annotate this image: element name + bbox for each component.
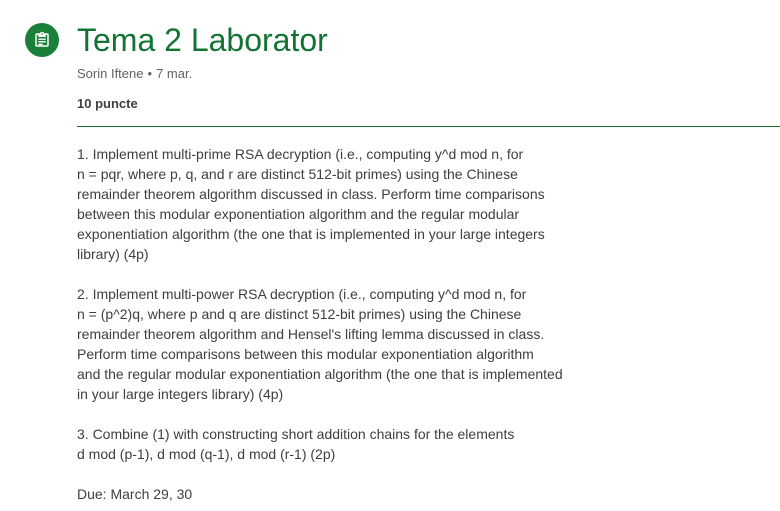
task-2-paragraph: 2. Implement multi-power RSA decryption …: [77, 284, 597, 404]
task-2-line: n = (p^2)q, where p and q are distinct 5…: [77, 306, 522, 322]
header-divider: [77, 126, 780, 127]
task-1-line: 1. Implement multi-prime RSA decryption …: [77, 146, 524, 162]
task-3-line: 3. Combine (1) with constructing short a…: [77, 426, 515, 442]
page-title: Tema 2 Laborator: [77, 22, 328, 58]
task-2-line: remainder theorem algorithm and Hensel's…: [77, 326, 545, 342]
task-1-line: exponentiation algorithm (the one that i…: [77, 226, 545, 242]
task-2-line: 2. Implement multi-power RSA decryption …: [77, 286, 527, 302]
task-1-line: remainder theorem algorithm discussed in…: [77, 186, 545, 202]
assignment-meta: Sorin Iftene • 7 mar.: [77, 65, 780, 83]
task-1-line: library) (4p): [77, 246, 149, 262]
task-1-paragraph: 1. Implement multi-prime RSA decryption …: [77, 144, 597, 264]
points-label: 10 puncte: [77, 96, 138, 111]
due-date-text: Due: March 29, 30: [77, 486, 193, 502]
task-2-line: Perform time comparisons between this mo…: [77, 346, 534, 362]
assignment-header: Tema 2 Laborator Sorin Iftene • 7 mar. 10 …: [77, 18, 780, 113]
due-date: Due: March 29, 30: [77, 484, 597, 504]
task-3-line: d mod (p-1), d mod (q-1), d mod (r-1) (2…: [77, 446, 336, 462]
clipboard-icon: [35, 31, 49, 47]
posted-date: 7 mar.: [156, 66, 193, 81]
task-3-paragraph: 3. Combine (1) with constructing short a…: [77, 424, 597, 464]
assignment-description: 1. Implement multi-prime RSA decryption …: [77, 144, 597, 511]
assignment-icon: [25, 23, 59, 57]
meta-separator: •: [147, 66, 153, 81]
task-1-line: between this modular exponentiation algo…: [77, 206, 520, 222]
assignment-page: Tema 2 Laborator Sorin Iftene • 7 mar. 10 …: [0, 0, 780, 511]
author-name: Sorin Iftene: [77, 66, 144, 81]
task-2-line: in your large integers library) (4p): [77, 386, 284, 402]
task-1-line: n = pqr, where p, q, and r are distinct …: [77, 166, 518, 182]
task-2-line: and the regular modular exponentiation a…: [77, 366, 563, 382]
